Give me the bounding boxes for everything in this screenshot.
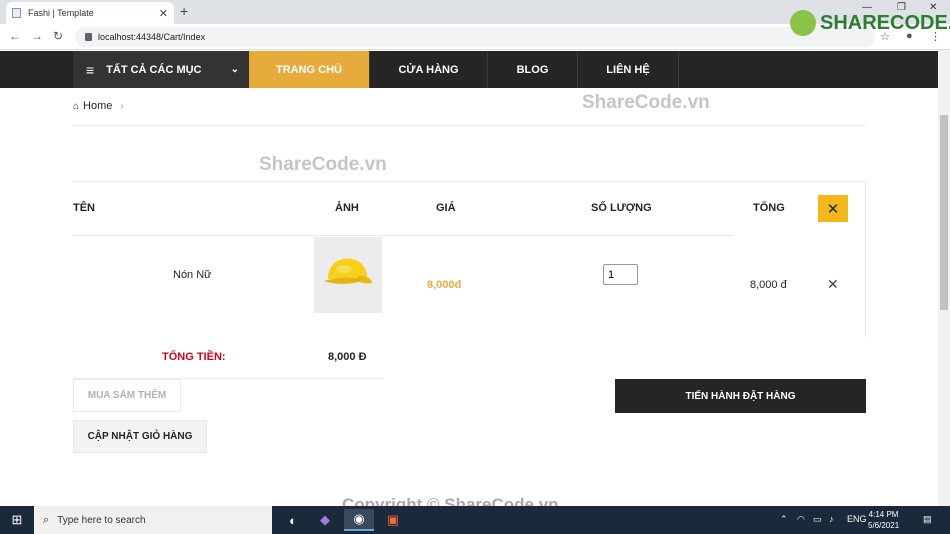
header-divider bbox=[73, 235, 733, 236]
network-icon[interactable]: ◠ bbox=[797, 514, 805, 525]
nav-home[interactable]: TRANG CHỦ bbox=[249, 51, 370, 88]
clock-time: 4:14 PM bbox=[868, 510, 899, 519]
taskbar-search[interactable]: ⌕ Type here to search bbox=[34, 506, 272, 534]
volume-icon[interactable]: ♪ bbox=[829, 514, 834, 524]
taskbar-search-placeholder: Type here to search bbox=[57, 514, 146, 526]
visual-studio-icon[interactable]: ◆ bbox=[310, 509, 340, 531]
page-scrollbar[interactable] bbox=[938, 50, 950, 506]
nav-shop[interactable]: CỬA HÀNG bbox=[370, 51, 488, 88]
cart-table: TÊN ẢNH GIÁ SỐ LƯỢNG TỔNG ✕ Nón Nữ 8,000… bbox=[73, 181, 866, 337]
breadcrumb: ⌂ Home › bbox=[73, 100, 124, 112]
scrollbar-thumb[interactable] bbox=[940, 115, 948, 310]
row-total: 8,000 đ bbox=[750, 279, 787, 291]
watermark-mid: ShareCode.vn bbox=[259, 154, 387, 175]
nav-blog[interactable]: BLOG bbox=[488, 51, 578, 88]
url-input[interactable]: localhost:44348/Cart/Index bbox=[75, 27, 875, 47]
chevron-right-icon: › bbox=[120, 100, 124, 112]
sharecode-logo-icon bbox=[790, 10, 816, 36]
chrome-icon[interactable]: ◉ bbox=[344, 509, 374, 531]
chevron-down-icon: ⌄ bbox=[230, 64, 239, 75]
yellow-cap-image bbox=[324, 258, 372, 284]
categories-label: TẤT CẢ CÁC MỤC bbox=[106, 63, 202, 76]
language-indicator[interactable]: ENG bbox=[847, 514, 867, 524]
header-image: ẢNH bbox=[335, 202, 359, 214]
start-button[interactable]: ⊞ bbox=[0, 506, 34, 534]
header-price: GIÁ bbox=[436, 202, 456, 214]
reload-icon[interactable]: ↻ bbox=[53, 29, 63, 43]
divider bbox=[73, 125, 866, 126]
quantity-input[interactable] bbox=[603, 264, 638, 285]
home-icon: ⌂ bbox=[73, 100, 80, 112]
search-icon: ⌕ bbox=[43, 513, 50, 526]
product-name: Nón Nữ bbox=[173, 269, 212, 281]
header-total: TỔNG bbox=[753, 202, 785, 214]
page-favicon-icon bbox=[12, 8, 21, 18]
nav-contact[interactable]: LIÊN HỆ bbox=[578, 51, 679, 88]
close-icon: ✕ bbox=[826, 200, 840, 218]
clock-date: 5/6/2021 bbox=[868, 521, 900, 530]
new-tab-button[interactable]: + bbox=[180, 3, 188, 19]
checkout-button[interactable]: TIẾN HÀNH ĐẶT HÀNG bbox=[615, 379, 866, 413]
clear-cart-button[interactable]: ✕ bbox=[818, 195, 848, 222]
lock-icon bbox=[85, 33, 92, 41]
header-name: TÊN bbox=[73, 202, 95, 214]
battery-icon[interactable]: ▭ bbox=[813, 514, 822, 525]
taskbar-app2-icon[interactable]: ▣ bbox=[378, 509, 408, 531]
notification-icon[interactable]: ▤ bbox=[923, 514, 932, 525]
logo-text: SHARECODE.vn bbox=[820, 11, 950, 34]
watermark-top: ShareCode.vn bbox=[582, 92, 710, 113]
remove-item-icon[interactable]: ✕ bbox=[827, 276, 839, 293]
taskbar-app-icon[interactable]: ◐ bbox=[278, 509, 308, 531]
tab-title: Fashi | Template bbox=[28, 8, 94, 18]
all-categories-dropdown[interactable]: ≡ TẤT CẢ CÁC MỤC ⌄ bbox=[73, 51, 249, 88]
sharecode-logo: SHARECODE.vn bbox=[790, 10, 950, 36]
continue-shopping-button[interactable]: MUA SẮM THÊM bbox=[73, 379, 181, 412]
browser-tab[interactable]: Fashi | Template ✕ bbox=[6, 2, 174, 24]
header-quantity: SỐ LƯỢNG bbox=[591, 202, 652, 214]
site-navbar: ≡ TẤT CẢ CÁC MỤC ⌄ TRANG CHỦ CỬA HÀNG BL… bbox=[0, 51, 938, 88]
close-tab-icon[interactable]: ✕ bbox=[159, 7, 168, 20]
cart-total-label: TỔNG TIỀN: bbox=[162, 351, 226, 363]
back-icon[interactable]: ← bbox=[9, 29, 21, 43]
url-text: localhost:44348/Cart/Index bbox=[98, 32, 206, 42]
product-image[interactable] bbox=[314, 237, 382, 313]
product-price: 8,000đ bbox=[427, 279, 462, 291]
tray-chevron-icon[interactable]: ⌃ bbox=[780, 514, 788, 525]
hamburger-icon: ≡ bbox=[86, 61, 95, 78]
windows-taskbar: ⊞ ⌕ Type here to search ◐ ◆ ◉ ▣ ⌃ ◠ ▭ ♪ … bbox=[0, 506, 950, 534]
taskbar-clock[interactable]: 4:14 PM 5/6/2021 bbox=[868, 509, 899, 531]
breadcrumb-home-link[interactable]: Home bbox=[83, 100, 112, 112]
forward-icon[interactable]: → bbox=[31, 29, 43, 43]
update-cart-button[interactable]: CẬP NHẬT GIỎ HÀNG bbox=[73, 420, 207, 453]
cart-total-value: 8,000 Đ bbox=[328, 351, 367, 363]
